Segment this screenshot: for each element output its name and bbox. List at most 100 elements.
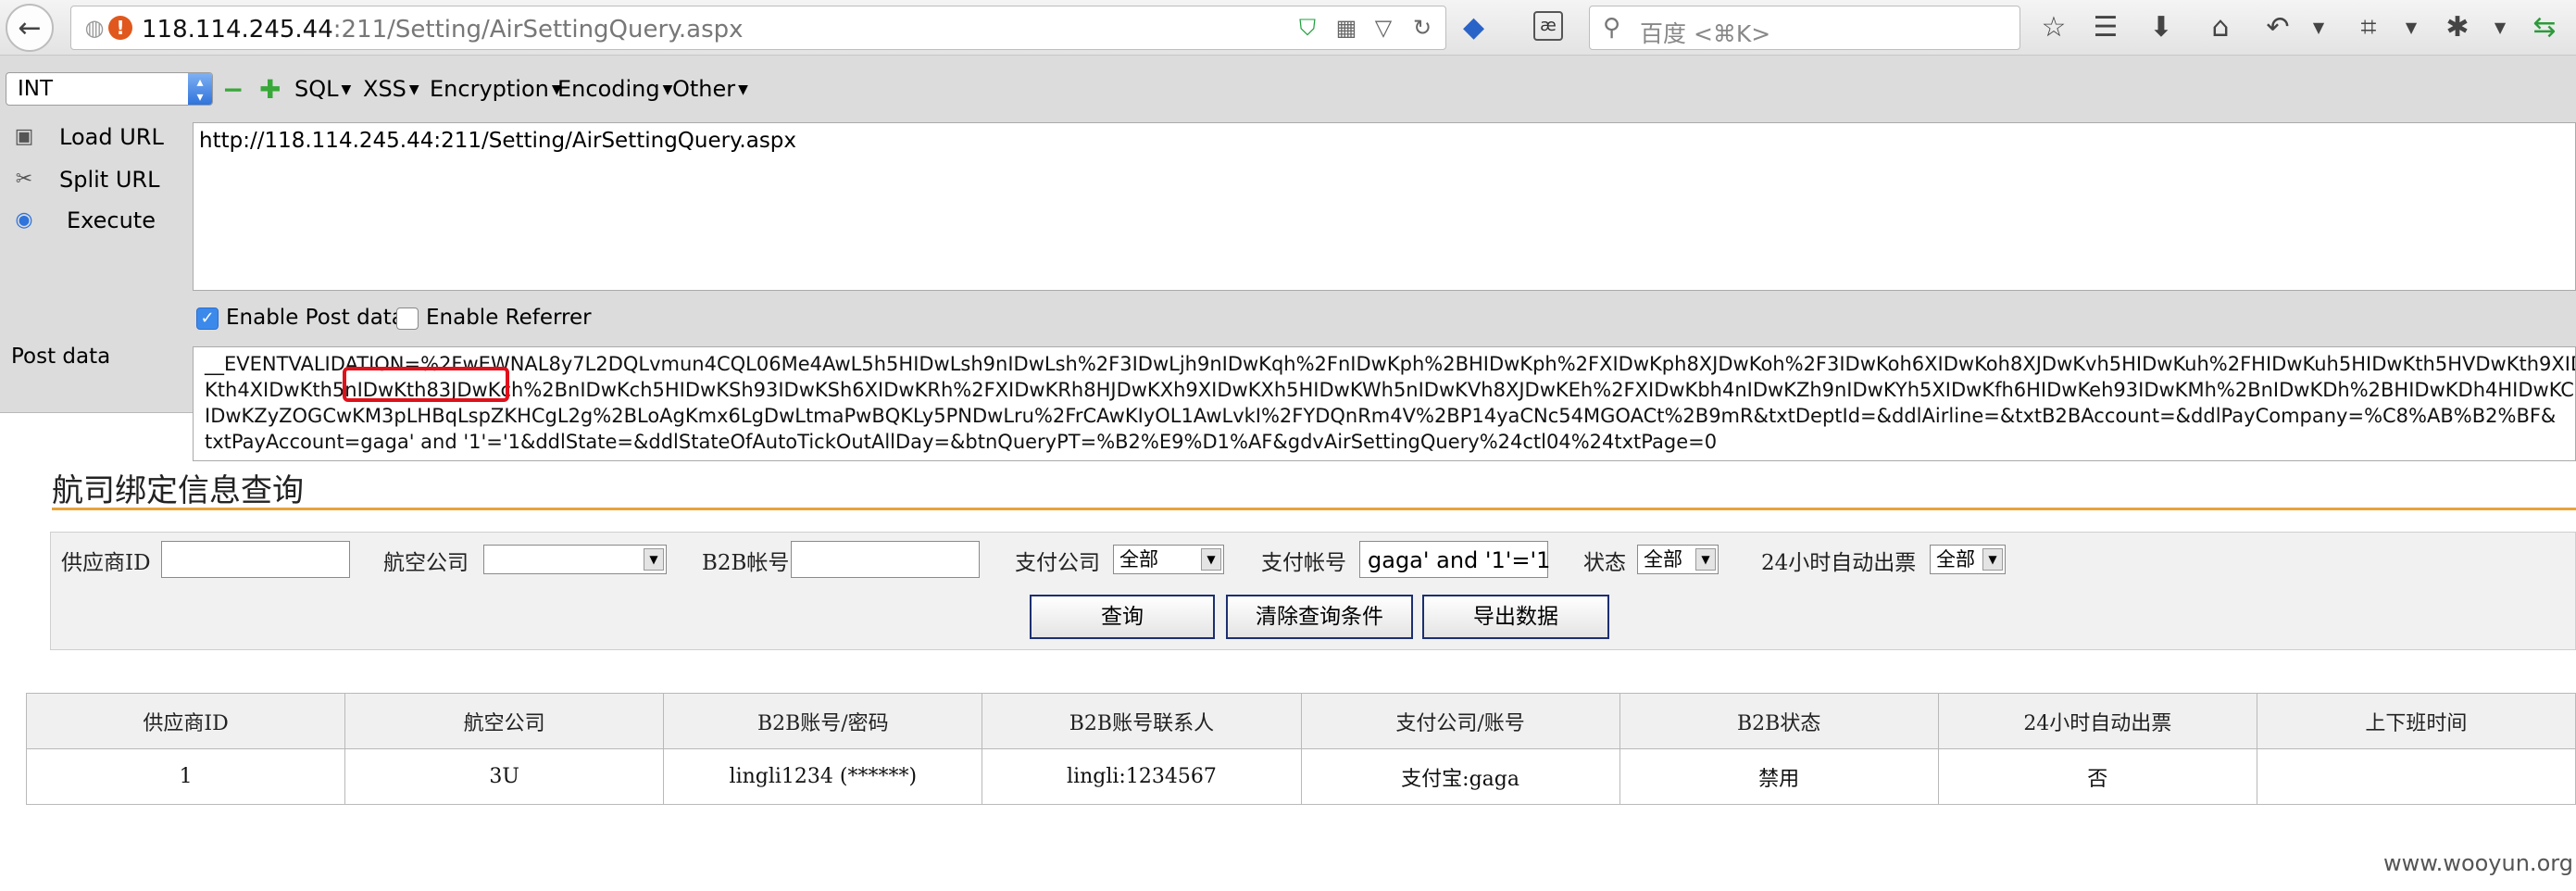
state-select[interactable]: 全部 ▼ bbox=[1637, 545, 1719, 574]
result-table: 供应商ID 航空公司 B2B账号/密码 B2B账号联系人 支付公司/账号 B2B… bbox=[25, 693, 2576, 805]
table-cell: 3U bbox=[344, 748, 665, 805]
search-icon: ⚲ bbox=[1603, 14, 1621, 42]
qr-code-icon[interactable]: ▦ bbox=[1332, 14, 1360, 42]
post-data-line: __EVENTVALIDATION=%2FwEWNAL8y7L2DQLvmun4… bbox=[205, 353, 2576, 375]
col-header: 支付公司/账号 bbox=[1300, 693, 1620, 749]
download-icon[interactable]: ⬇ bbox=[2143, 9, 2180, 46]
reading-list-icon[interactable]: ☰ bbox=[2087, 9, 2124, 46]
crop-dropdown-icon[interactable]: ▼ bbox=[2393, 9, 2430, 46]
clear-conditions-button[interactable]: 清除查询条件 bbox=[1226, 595, 1413, 639]
reload-icon[interactable]: ↻ bbox=[1408, 14, 1436, 42]
table-cell bbox=[2256, 748, 2576, 805]
menu-label: Encoding bbox=[557, 76, 660, 102]
menu-label: XSS bbox=[363, 76, 406, 102]
extension-blue-icon[interactable]: ◆ bbox=[1463, 11, 1484, 44]
col-header: 航空公司 bbox=[344, 693, 665, 749]
injection-highlight-box bbox=[343, 367, 509, 402]
type-select-value: INT bbox=[18, 77, 54, 101]
caret-down-icon: ▼ bbox=[408, 82, 419, 97]
load-url-icon[interactable]: ▣ bbox=[11, 124, 37, 150]
post-data-line: IDwKZyZOGCwKM3pLHBqLspZKHCgL2g%2BLoAgKmx… bbox=[205, 405, 2557, 427]
menu-encryption[interactable]: Encryption ▼ bbox=[430, 76, 562, 102]
menu-other[interactable]: Other ▼ bbox=[672, 76, 748, 102]
select-arrow-icon: ▼ bbox=[1982, 548, 2003, 571]
supplier-id-input[interactable] bbox=[161, 541, 350, 578]
table-cell: lingli1234 (******) bbox=[663, 748, 983, 805]
load-url-button[interactable]: Load URL bbox=[59, 124, 164, 150]
table-cell: 支付宝:gaga bbox=[1300, 748, 1620, 805]
enable-post-checkbox[interactable]: ✓ bbox=[196, 307, 219, 330]
post-data-textarea[interactable]: __EVENTVALIDATION=%2FwEWNAL8y7L2DQLvmun4… bbox=[193, 346, 2576, 461]
menu-label: Encryption bbox=[430, 76, 549, 102]
pay-company-select[interactable]: 全部 ▼ bbox=[1113, 545, 1224, 574]
address-bar[interactable]: ◍ ! 118.114.245.44:211/Setting/AirSettin… bbox=[70, 6, 1446, 50]
airline-select[interactable]: ▼ bbox=[483, 545, 667, 574]
plus-icon[interactable]: ✚ bbox=[259, 74, 281, 105]
search-placeholder: 百度 <⌘K> bbox=[1640, 20, 1771, 47]
url-text[interactable]: 118.114.245.44:211/Setting/AirSettingQue… bbox=[142, 16, 744, 44]
firebug-dropdown-icon[interactable]: ▼ bbox=[2482, 9, 2519, 46]
table-cell: lingli:1234567 bbox=[982, 748, 1302, 805]
bookmark-star-icon[interactable]: ☆ bbox=[2035, 9, 2072, 46]
extension-box-icon[interactable]: æ bbox=[1533, 11, 1563, 41]
query-button[interactable]: 查询 bbox=[1030, 595, 1215, 639]
table-cell: 禁用 bbox=[1619, 748, 1939, 805]
menu-encoding[interactable]: Encoding ▼ bbox=[557, 76, 672, 102]
caret-down-icon: ▼ bbox=[341, 82, 352, 97]
post-data-line: Kth4XIDwKth5nIDwKth83JDwKch%2BnIDwKch5HI… bbox=[205, 379, 2576, 401]
state-label: 状态 bbox=[1583, 551, 1626, 575]
back-arrow-icon: ← bbox=[18, 11, 42, 44]
home-icon[interactable]: ⌂ bbox=[2202, 9, 2239, 46]
menu-xss[interactable]: XSS ▼ bbox=[363, 76, 419, 102]
url-textarea[interactable]: http://118.114.245.44:211/Setting/AirSet… bbox=[193, 122, 2576, 291]
hackbar-panel: INT ▴ ▾ − ✚ SQL ▼ XSS ▼ Encryption ▼ Encodin… bbox=[0, 56, 2576, 461]
auto-ticket-value: 全部 bbox=[1936, 548, 1975, 571]
sync-arrows-icon[interactable]: ⇆ bbox=[2526, 9, 2563, 46]
split-url-button[interactable]: Split URL bbox=[59, 167, 159, 193]
pay-account-input[interactable]: gaga' and '1'='1 bbox=[1359, 541, 1550, 578]
export-data-button[interactable]: 导出数据 bbox=[1422, 595, 1609, 639]
caret-down-icon: ▼ bbox=[662, 82, 673, 97]
execute-icon[interactable]: ◉ bbox=[11, 207, 37, 233]
back-button[interactable]: ← bbox=[6, 4, 54, 52]
col-header: B2B账号联系人 bbox=[982, 693, 1302, 749]
menu-sql[interactable]: SQL ▼ bbox=[294, 76, 351, 102]
b2b-account-input[interactable] bbox=[791, 541, 980, 578]
enable-post-label[interactable]: Enable Post data bbox=[226, 306, 405, 330]
post-data-line: txtPayAccount=gaga' and '1'='1&ddlState=… bbox=[205, 431, 1718, 453]
watermark-text: www.wooyun.org bbox=[2383, 850, 2573, 876]
browser-toolbar: ← ◍ ! 118.114.245.44:211/Setting/AirSett… bbox=[0, 0, 2576, 56]
url-path: :211/Setting/AirSettingQuery.aspx bbox=[332, 16, 744, 44]
type-select[interactable]: INT ▴ ▾ bbox=[6, 72, 213, 106]
undo-icon[interactable]: ↶ bbox=[2259, 9, 2296, 46]
site-identity-icon[interactable]: ◍ bbox=[81, 14, 108, 42]
post-data-label: Post data bbox=[11, 345, 111, 369]
undo-dropdown-icon[interactable]: ▼ bbox=[2300, 9, 2337, 46]
select-arrow-icon: ▼ bbox=[1695, 548, 1716, 571]
shield-icon[interactable]: ⛉ bbox=[1294, 14, 1321, 42]
table-cell: 1 bbox=[25, 748, 346, 805]
col-header: B2B账号/密码 bbox=[663, 693, 983, 749]
table-row: 1 3U lingli1234 (******) lingli:1234567 … bbox=[25, 748, 2576, 805]
enable-referrer-label[interactable]: Enable Referrer bbox=[426, 306, 592, 330]
enable-referrer-checkbox[interactable] bbox=[396, 307, 419, 330]
execute-button[interactable]: Execute bbox=[67, 207, 156, 233]
state-value: 全部 bbox=[1644, 548, 1682, 571]
page-title: 航司绑定信息查询 bbox=[52, 472, 304, 509]
search-bar[interactable]: ⚲ 百度 <⌘K> bbox=[1589, 6, 2020, 50]
url-textarea-value: http://118.114.245.44:211/Setting/AirSet… bbox=[199, 129, 797, 153]
auto-ticket-label: 24小时自动出票 bbox=[1761, 551, 1917, 575]
split-url-icon[interactable]: ✂ bbox=[11, 167, 37, 193]
table-cell: 否 bbox=[1937, 748, 2257, 805]
caret-down-icon: ▼ bbox=[738, 82, 748, 97]
select-arrow-icon: ▼ bbox=[1201, 548, 1221, 571]
crop-icon[interactable]: ⌗ bbox=[2350, 9, 2387, 46]
warning-icon[interactable]: ! bbox=[108, 16, 132, 40]
dropdown-arrow-icon[interactable]: ▽ bbox=[1369, 14, 1397, 42]
firebug-icon[interactable]: ✱ bbox=[2439, 9, 2476, 46]
auto-ticket-select[interactable]: 全部 ▼ bbox=[1930, 545, 2006, 574]
minus-icon[interactable]: − bbox=[222, 74, 244, 105]
menu-label: Other bbox=[672, 76, 736, 102]
select-arrow-icon: ▼ bbox=[644, 548, 664, 571]
supplier-id-label: 供应商ID bbox=[61, 551, 151, 575]
